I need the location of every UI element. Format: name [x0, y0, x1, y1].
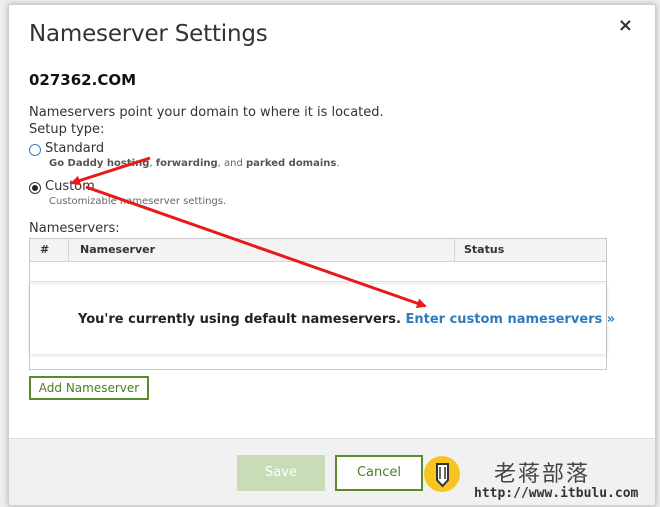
add-nameserver-button[interactable]: Add Nameserver: [29, 376, 149, 400]
nameservers-table: # Nameserver Status You're currently usi…: [29, 238, 615, 370]
table-row: [30, 261, 606, 282]
enter-custom-nameservers-link[interactable]: Enter custom nameservers »: [405, 312, 615, 327]
setup-type-label: Setup type:: [29, 122, 105, 137]
watermark-pencil-icon: [424, 456, 460, 492]
column-divider: [454, 239, 455, 261]
standard-desc-end: .: [336, 158, 340, 169]
nameserver-settings-dialog: Nameserver Settings × 027362.COM Nameser…: [8, 4, 656, 506]
domain-name: 027362.COM: [29, 71, 137, 89]
standard-desc-parked: parked domains: [246, 158, 337, 169]
standard-desc-forwarding: forwarding: [155, 158, 218, 169]
cancel-button[interactable]: Cancel: [335, 455, 423, 491]
watermark-title: 老蒋部落: [494, 462, 591, 487]
column-number: #: [40, 243, 50, 256]
watermark-url: http://www.itbulu.com: [474, 486, 639, 501]
table-header: # Nameserver Status: [30, 239, 606, 262]
custom-description: Customizable nameserver settings.: [49, 196, 227, 207]
nameserver-description: Nameservers point your domain to where i…: [29, 105, 384, 120]
custom-label[interactable]: Custom: [45, 179, 95, 194]
standard-label[interactable]: Standard: [45, 141, 104, 156]
column-nameserver: Nameserver: [80, 243, 156, 256]
close-icon[interactable]: ×: [618, 15, 633, 36]
column-divider: [68, 239, 69, 261]
column-status: Status: [464, 243, 505, 256]
standard-radio[interactable]: [29, 144, 41, 156]
save-button[interactable]: Save: [237, 455, 325, 491]
default-nameservers-message: You're currently using default nameserve…: [78, 312, 615, 327]
standard-desc-hosting: Go Daddy hosting: [49, 158, 150, 169]
dialog-title: Nameserver Settings: [29, 21, 268, 47]
standard-description: Go Daddy hosting, forwarding, and parked…: [49, 158, 340, 169]
pencil-icon: [436, 463, 449, 488]
notice-text: You're currently using default nameserve…: [78, 312, 401, 327]
standard-desc-sep2: , and: [217, 158, 247, 169]
default-nameservers-notice: You're currently using default nameserve…: [30, 283, 615, 354]
nameservers-label: Nameservers:: [29, 221, 120, 236]
custom-radio[interactable]: [29, 182, 41, 194]
